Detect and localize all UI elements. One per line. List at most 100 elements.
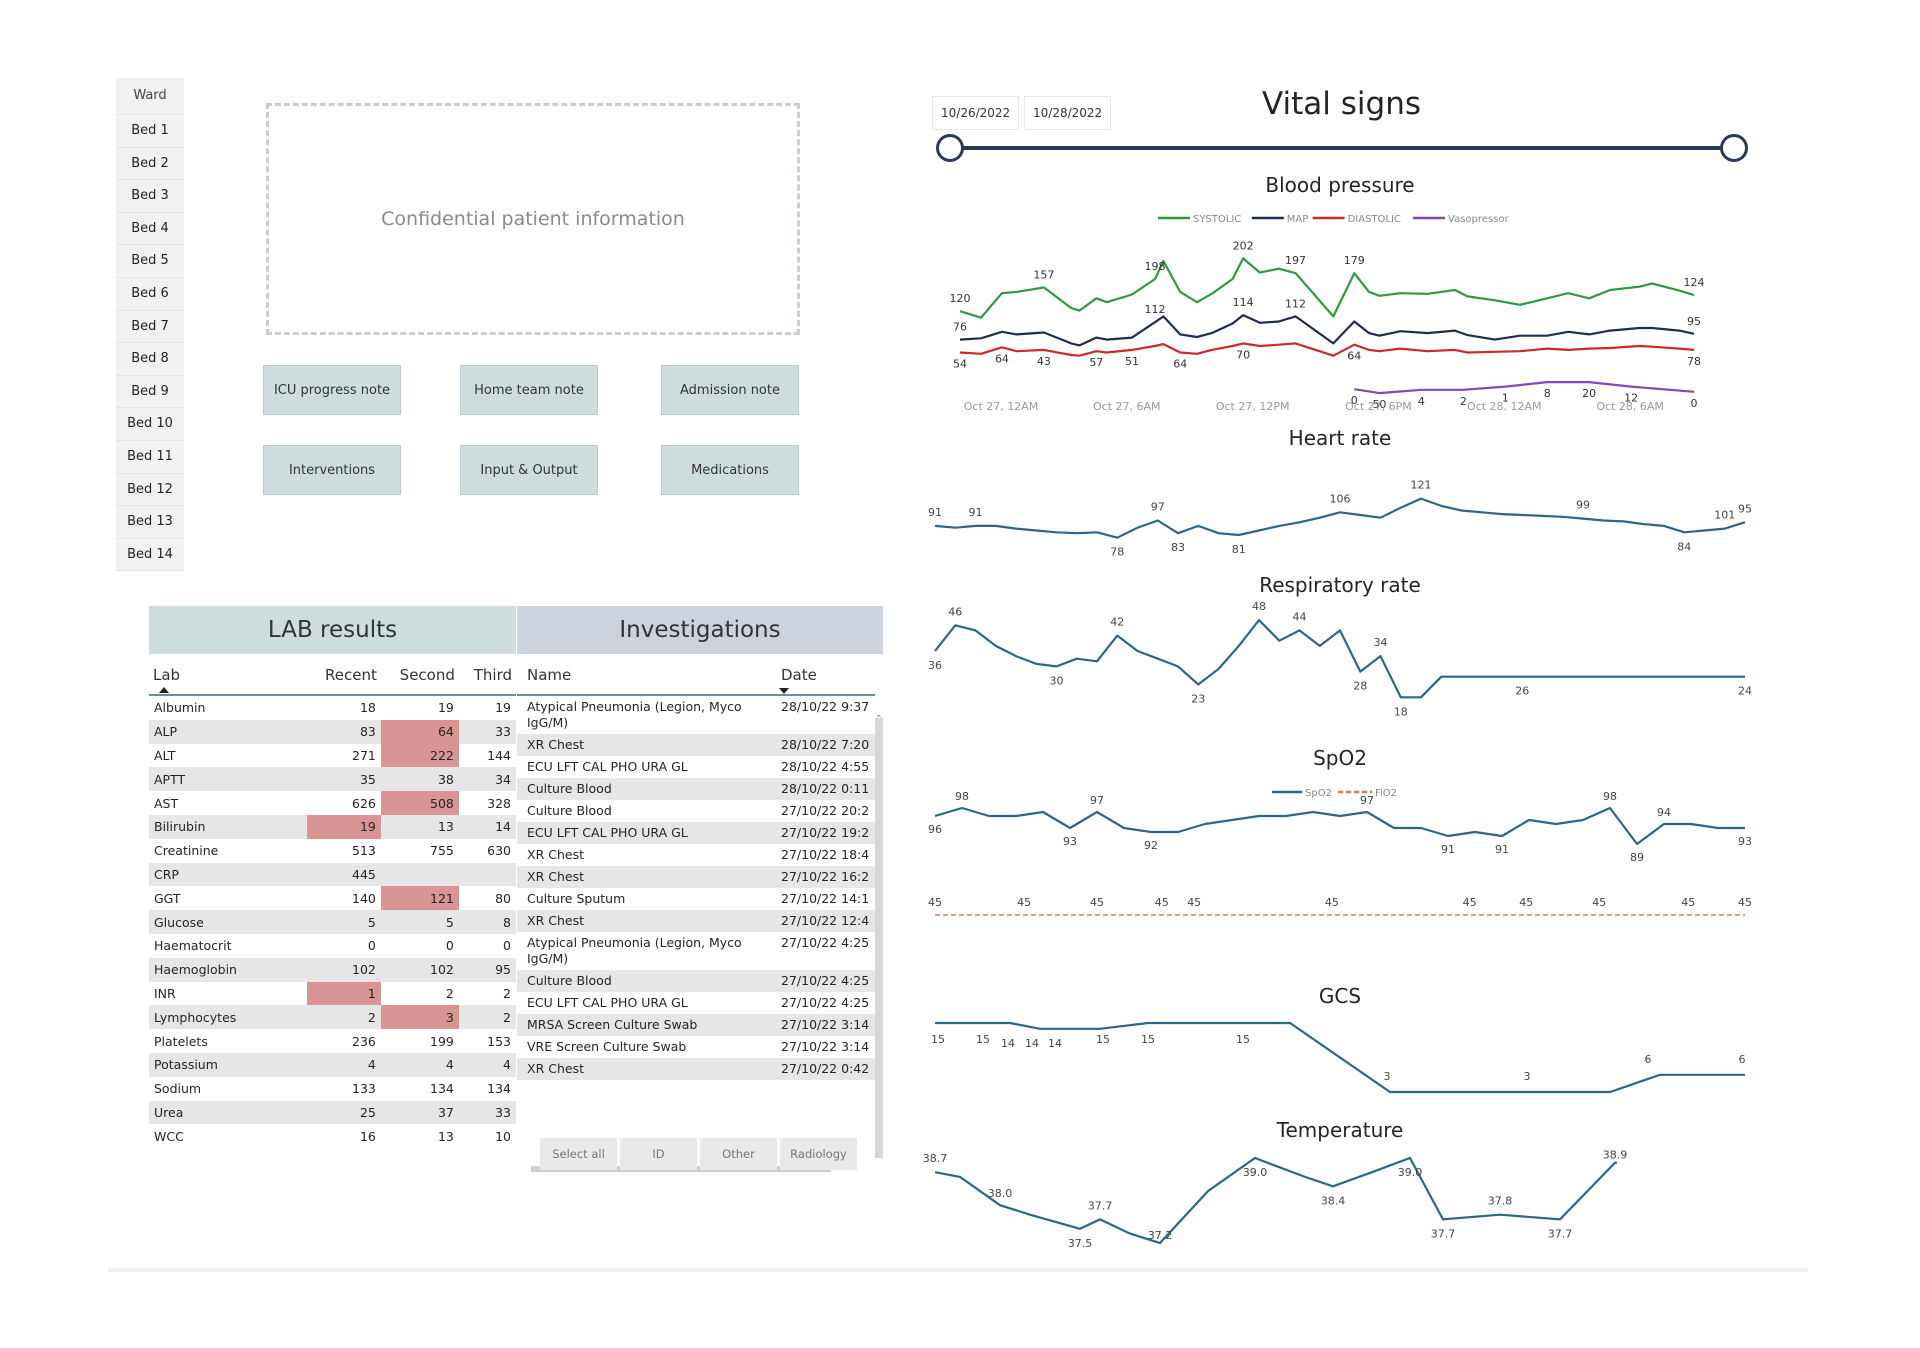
- fio2-data-label: 45: [1681, 896, 1695, 909]
- spo2-data-label: 89: [1630, 851, 1644, 864]
- heart-rate-data-label: 95: [1738, 502, 1752, 515]
- temperature-data-label: 37.7: [1548, 1227, 1573, 1240]
- gcs-line: [935, 1021, 1745, 1094]
- bp-data-label: 157: [1033, 268, 1054, 281]
- bp-data-label: 114: [1233, 296, 1254, 309]
- resp-rate-data-label: 23: [1191, 692, 1205, 705]
- bp-legend-label: SYSTOLIC: [1193, 214, 1241, 225]
- temperature-data-label: 37.2: [1148, 1229, 1173, 1242]
- fio2-data-label: 45: [1592, 896, 1606, 909]
- gcs-data-label: 6: [1739, 1053, 1746, 1066]
- bp-data-label: 20: [1582, 387, 1596, 400]
- bp-data-label: 95: [1687, 315, 1701, 328]
- fio2-data-label: 45: [1738, 896, 1752, 909]
- spo2-data-label: 97: [1360, 794, 1374, 807]
- resp-rate-data-label: 34: [1374, 636, 1388, 649]
- fio2-data-label: 45: [928, 896, 942, 909]
- gcs-data-label: 15: [976, 1033, 990, 1046]
- bp-x-tick: Oct 27, 12PM: [1216, 400, 1290, 413]
- temperature-chart-title: Temperature: [1276, 1118, 1404, 1142]
- temperature-data-label: 37.7: [1088, 1199, 1113, 1212]
- bp-data-label: 8: [1544, 387, 1551, 400]
- heart-rate-chart-title: Heart rate: [1289, 426, 1392, 450]
- resp-rate-data-label: 30: [1050, 674, 1064, 687]
- bp-data-label: 57: [1089, 356, 1103, 369]
- fio2-legend-label: FiO2: [1375, 788, 1397, 799]
- bp-data-label: 43: [1037, 355, 1051, 368]
- gcs-data-label: 3: [1524, 1070, 1531, 1083]
- bp-data-label: 0: [1691, 397, 1698, 410]
- bp-data-label: 112: [1145, 303, 1166, 316]
- gcs-data-label: 3: [1384, 1070, 1391, 1083]
- resp-rate-chart-title: Respiratory rate: [1259, 573, 1421, 597]
- gcs-data-label: 15: [1141, 1033, 1155, 1046]
- bp-data-label: 179: [1344, 254, 1365, 267]
- heart-rate-data-label: 97: [1151, 500, 1165, 513]
- gcs-chart-title: GCS: [1319, 984, 1361, 1008]
- resp-rate-data-label: 44: [1293, 610, 1307, 623]
- bp-data-label: 78: [1687, 355, 1701, 368]
- spo2-data-label: 91: [1441, 843, 1455, 856]
- bp-legend-label: MAP: [1287, 214, 1309, 225]
- fio2-data-label: 45: [1463, 896, 1477, 909]
- resp-rate-data-label: 28: [1353, 680, 1367, 693]
- spo2-legend-label: SpO2: [1305, 788, 1332, 799]
- gcs-data-label: 14: [1025, 1037, 1039, 1050]
- gcs-data-label: 14: [1001, 1037, 1015, 1050]
- spo2-chart-title: SpO2: [1313, 746, 1367, 770]
- bp-data-label: 202: [1233, 239, 1254, 252]
- fio2-data-label: 45: [1090, 896, 1104, 909]
- bp-data-label: 124: [1684, 276, 1705, 289]
- bp-x-tick: Oct 27, 12AM: [964, 400, 1039, 413]
- resp-rate-data-label: 48: [1252, 600, 1266, 613]
- temperature-data-label: 38.4: [1321, 1194, 1346, 1207]
- bp-line-systolic: [959, 257, 1695, 319]
- bp-line-vasopressor: [1354, 381, 1695, 395]
- temperature-data-label: 39.0: [1243, 1166, 1268, 1179]
- bp-data-label: 64: [1173, 357, 1187, 370]
- bp-x-tick: Oct 28, 6AM: [1596, 400, 1664, 413]
- gcs-data-label: 15: [931, 1033, 945, 1046]
- heart-rate-data-label: 91: [969, 506, 983, 519]
- fio2-data-label: 45: [1187, 896, 1201, 909]
- bp-data-label: 2: [1460, 395, 1467, 408]
- heart-rate-data-label: 121: [1411, 479, 1432, 492]
- heart-rate-data-label: 78: [1110, 546, 1124, 559]
- temperature-data-label: 38.7: [923, 1152, 948, 1165]
- bp-x-tick: Oct 27, 6AM: [1093, 400, 1161, 413]
- temperature-data-label: 38.9: [1603, 1149, 1628, 1162]
- temperature-data-label: 39.0: [1398, 1166, 1423, 1179]
- spo2-line: [934, 806, 1745, 846]
- heart-rate-data-label: 101: [1714, 509, 1735, 522]
- heart-rate-data-label: 81: [1232, 543, 1246, 556]
- bp-data-label: 198: [1145, 260, 1166, 273]
- fio2-data-label: 45: [1325, 896, 1339, 909]
- temperature-data-label: 37.8: [1488, 1195, 1513, 1208]
- spo2-data-label: 91: [1495, 843, 1509, 856]
- bp-legend-label: DIASTOLIC: [1348, 214, 1401, 225]
- resp-rate-data-label: 18: [1394, 705, 1408, 718]
- heart-rate-data-label: 106: [1330, 492, 1351, 505]
- gcs-data-label: 6: [1645, 1053, 1652, 1066]
- bp-data-label: 112: [1285, 297, 1306, 310]
- bp-data-label: 51: [1125, 355, 1139, 368]
- bp-chart-title: Blood pressure: [1265, 173, 1414, 197]
- spo2-data-label: 98: [1603, 790, 1617, 803]
- resp-rate-data-label: 24: [1738, 685, 1752, 698]
- temperature-data-label: 38.0: [988, 1187, 1013, 1200]
- fio2-data-label: 45: [1017, 896, 1031, 909]
- gcs-data-label: 15: [1236, 1033, 1250, 1046]
- bp-data-label: 64: [995, 352, 1009, 365]
- bp-data-label: 64: [1347, 350, 1361, 363]
- resp-rate-data-label: 46: [948, 605, 962, 618]
- bp-data-label: 54: [953, 357, 967, 370]
- bp-line-diastolic: [959, 342, 1695, 357]
- page-divider: [108, 1268, 1808, 1272]
- spo2-data-label: 94: [1657, 806, 1671, 819]
- fio2-data-label: 45: [1155, 896, 1169, 909]
- resp-rate-data-label: 26: [1515, 685, 1529, 698]
- bp-data-label: 197: [1285, 254, 1306, 267]
- spo2-data-label: 98: [955, 790, 969, 803]
- spo2-data-label: 93: [1063, 835, 1077, 848]
- bp-data-label: 76: [953, 321, 967, 334]
